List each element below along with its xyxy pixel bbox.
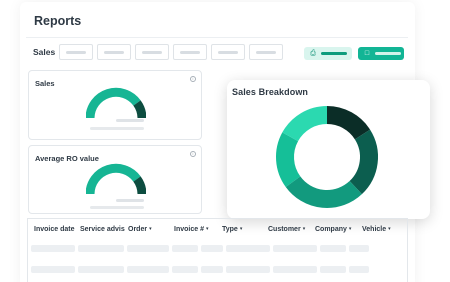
sales-value-placeholder — [116, 119, 144, 122]
column-header-label: Vehicle — [362, 226, 387, 233]
column-header-service-advisor[interactable]: Service advis — [80, 226, 125, 233]
column-header-company[interactable]: Company ▾ — [315, 226, 351, 233]
sales-card: Sales i — [28, 70, 202, 140]
filter-dropdown-4[interactable] — [173, 44, 207, 60]
column-header-invoice-number[interactable]: Invoice # ▾ — [174, 226, 208, 233]
table-row[interactable] — [31, 245, 404, 252]
sales-caption-placeholder — [90, 127, 144, 130]
caret-down-icon: ▾ — [388, 226, 391, 232]
sales-card-title: Sales — [35, 79, 55, 88]
column-header-customer[interactable]: Customer ▾ — [268, 226, 305, 233]
average-ro-gauge — [86, 163, 146, 195]
column-header-invoice-date[interactable]: Invoice date — [34, 226, 74, 233]
page-title: Reports — [34, 14, 82, 28]
filter-dropdown-5[interactable] — [211, 44, 245, 60]
filter-dropdown-6[interactable] — [249, 44, 283, 60]
caret-down-icon: ▾ — [149, 226, 152, 232]
column-header-label: Order — [128, 226, 148, 233]
print-button-label — [321, 52, 347, 55]
caret-down-icon: ▾ — [302, 226, 306, 232]
donut-slice-4[interactable] — [276, 132, 301, 187]
export-button-label — [375, 52, 401, 55]
column-header-label: Invoice date — [34, 226, 75, 233]
print-button[interactable]: ⎙ — [304, 47, 352, 60]
donut-slice-5[interactable] — [282, 106, 328, 142]
sales-breakdown-donut — [276, 106, 378, 208]
filter-dropdown-1[interactable] — [59, 44, 93, 60]
column-header-vehicle[interactable]: Vehicle ▾ — [362, 226, 391, 233]
export-button[interactable]: □ — [358, 47, 404, 60]
sales-gauge — [86, 87, 146, 119]
donut-slice-1[interactable] — [326, 106, 371, 140]
average-ro-card: Average RO value i — [28, 145, 202, 214]
table-row[interactable] — [31, 266, 404, 273]
caret-down-icon: ▾ — [239, 226, 243, 232]
caret-down-icon: ▾ — [205, 226, 209, 232]
column-header-type[interactable]: Type ▾ — [222, 226, 242, 233]
filters-label: Sales — [33, 47, 56, 57]
document-icon: □ — [364, 50, 370, 57]
column-header-label: Service advis — [80, 226, 125, 233]
title-divider — [26, 37, 408, 38]
invoice-table: Invoice date Service advis Order ▾ Invoic… — [27, 218, 408, 282]
printer-icon: ⎙ — [310, 50, 316, 57]
column-header-label: Invoice # — [174, 226, 204, 233]
column-header-label: Type — [222, 226, 238, 233]
caret-down-icon: ▾ — [348, 226, 352, 232]
filter-dropdown-3[interactable] — [135, 44, 169, 60]
donut-slice-2[interactable] — [349, 129, 378, 195]
info-icon[interactable]: i — [190, 76, 196, 82]
sales-breakdown-card: Sales Breakdown — [227, 80, 430, 219]
donut-slice-3[interactable] — [285, 176, 362, 208]
column-header-order[interactable]: Order ▾ — [128, 226, 152, 233]
info-icon[interactable]: i — [190, 151, 196, 157]
average-ro-caption-placeholder — [90, 206, 144, 209]
sales-breakdown-title: Sales Breakdown — [232, 87, 309, 97]
column-header-label: Customer — [268, 226, 301, 233]
column-header-label: Company — [315, 226, 347, 233]
average-ro-value-placeholder — [116, 199, 144, 202]
filter-dropdown-2[interactable] — [97, 44, 131, 60]
